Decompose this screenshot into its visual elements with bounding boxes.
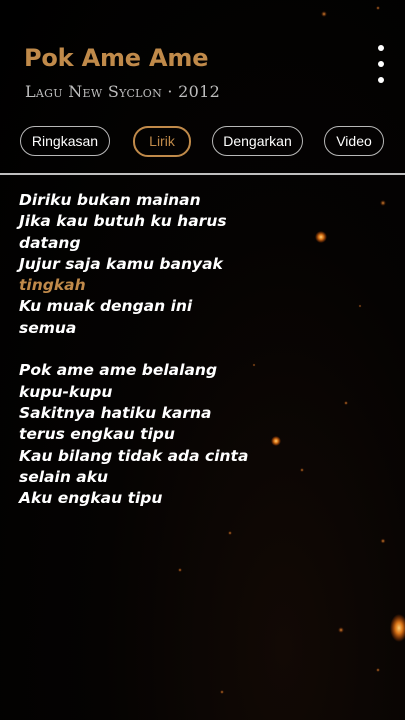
ember — [376, 668, 380, 672]
ember — [358, 304, 362, 308]
ember — [380, 538, 386, 544]
tab-ringkasan[interactable]: Ringkasan — [20, 126, 110, 156]
lyrics-text: Diriku bukan mainan Jika kau butuh ku ha… — [19, 190, 249, 509]
ember — [338, 627, 344, 633]
tab-video[interactable]: Video — [324, 126, 384, 156]
lyric-line: Jika kau butuh ku harus — [19, 212, 227, 231]
song-title: Pok Ame Ame — [24, 44, 209, 72]
tab-bar: Ringkasan Lirik Dengarkan Video — [0, 126, 405, 160]
ember — [220, 690, 224, 694]
menu-dot — [378, 77, 384, 83]
menu-dot — [378, 45, 384, 51]
lyric-line: Jujur saja kamu banyak — [19, 254, 223, 273]
ember — [315, 231, 327, 243]
lyric-line: selain aku — [19, 467, 109, 486]
ember — [300, 468, 304, 472]
ember — [344, 401, 348, 405]
lyric-line: Diriku bukan mainan — [19, 191, 201, 209]
tab-dengarkan[interactable]: Dengarkan — [212, 126, 303, 156]
ember — [228, 531, 232, 535]
lyric-line: Aku engkau tipu — [19, 489, 163, 508]
tab-lirik[interactable]: Lirik — [133, 126, 191, 157]
lyrics-screen: Pok Ame Ame Lagu New Syclon · 2012 Ringk… — [0, 0, 405, 720]
lyric-line: semua — [19, 318, 77, 337]
stanza-gap — [19, 339, 249, 360]
ember — [390, 614, 405, 642]
lyric-line: Pok ame ame belalang — [19, 361, 218, 380]
song-subtitle: Lagu New Syclon · 2012 — [25, 82, 221, 101]
ember — [178, 568, 182, 572]
more-vertical-icon[interactable] — [368, 42, 394, 88]
menu-dot — [378, 61, 384, 67]
header-divider — [0, 173, 405, 175]
ember — [271, 436, 281, 446]
lyric-line-highlighted: tingkah — [19, 276, 86, 295]
ember — [380, 200, 386, 206]
lyric-line: terus engkau tipu — [19, 425, 175, 444]
lyric-line: Kau bilang tidak ada cinta — [19, 446, 249, 465]
ember — [252, 363, 256, 367]
song-header: Pok Ame Ame Lagu New Syclon · 2012 — [0, 0, 405, 118]
lyric-line: Ku muak dengan ini — [19, 297, 193, 316]
lyric-line: datang — [19, 233, 81, 252]
lyric-line: kupu-kupu — [19, 382, 113, 401]
lyric-line: Sakitnya hatiku karna — [19, 403, 212, 422]
